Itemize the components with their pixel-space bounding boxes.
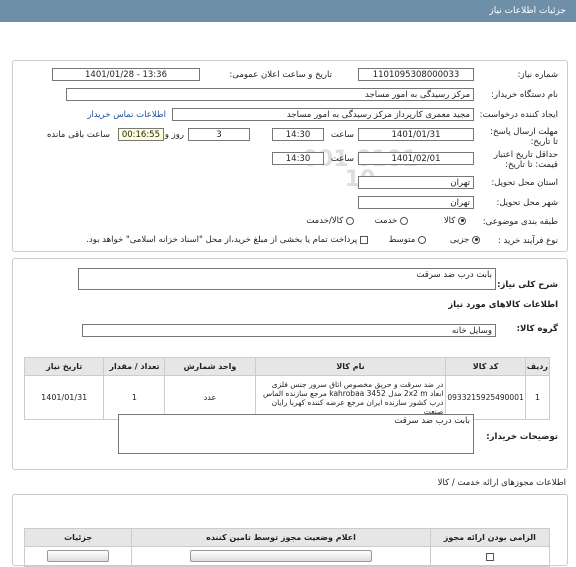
days-value: 3 — [188, 128, 250, 141]
page-title: جزئیات اطلاعات نیاز — [489, 6, 566, 16]
validity-time-label: ساعت — [330, 154, 354, 164]
goods-group-value: وسایل خانه — [82, 324, 496, 337]
purchase-option-medium-label: متوسط — [388, 235, 416, 245]
permits-table: الزامی بودن ارائه مجوز اعلام وضعیت مجوز … — [23, 528, 551, 567]
col-permit-details: جزئیات — [23, 528, 133, 547]
payment-checkbox[interactable]: پرداخت تمام یا بخشی از مبلغ خرید،از محل … — [86, 235, 368, 245]
validity-time: 14:30 — [272, 152, 324, 165]
province-value: تهران — [358, 176, 474, 189]
validity-date: 1401/02/01 — [358, 152, 474, 165]
col-qty: تعداد / مقدار — [103, 357, 166, 376]
category-option-goods-label: کالا — [443, 216, 456, 226]
purchase-option-minor[interactable]: جزیی — [450, 235, 480, 245]
row-date: 1401/01/31 — [23, 375, 105, 420]
table-row: 1 0933215925490001 در ضد سرقت و حریق مخص… — [23, 375, 551, 420]
radio-selected-icon[interactable] — [458, 216, 466, 225]
deadline-time-label: ساعت — [330, 130, 354, 140]
buyer-desc-label: توضیحات خریدار: — [486, 432, 558, 442]
row-qty: 1 — [103, 375, 166, 420]
city-value: تهران — [358, 196, 474, 209]
deadline-time: 14:30 — [272, 128, 324, 141]
purchase-option-minor-label: جزیی — [449, 235, 470, 245]
buyer-value: مرکز رسیدگی به امور مساجد — [66, 88, 474, 101]
permit-status-select[interactable] — [189, 549, 372, 562]
deadline-label: مهلت ارسال پاسخ: تا تاریخ: — [490, 127, 558, 147]
category-option-both-label: کالا/خدمت — [306, 216, 344, 226]
row-code: 0933215925490001 — [445, 375, 526, 420]
remaining-time: 00:16:55 — [118, 128, 164, 141]
category-option-goods[interactable]: کالا — [444, 216, 466, 226]
col-code: کد کالا — [445, 357, 526, 376]
radio-icon[interactable] — [418, 235, 426, 244]
contact-buyer-link[interactable]: اطلاعات تماس خریدار — [87, 110, 166, 120]
announce-value: 1401/01/28 - 13:36 — [52, 68, 200, 81]
goods-table: ردیف کد کالا نام کالا واحد شمارش تعداد /… — [23, 357, 551, 420]
row-index: 1 — [524, 375, 551, 420]
deadline-date: 1401/01/31 — [358, 128, 474, 141]
purchase-type-label: نوع فرآیند خرید : — [497, 236, 558, 246]
province-label: استان محل تحویل: — [491, 178, 558, 188]
col-unit: واحد شمارش — [164, 357, 256, 376]
radio-icon[interactable] — [400, 216, 408, 225]
min-validity-label: حداقل تاریخ اعتبار قیمت: تا تاریخ: — [493, 150, 558, 170]
col-date: تاریخ نیاز — [23, 357, 105, 376]
page-header: جزئیات اطلاعات نیاز — [0, 0, 576, 22]
category-label: طبقه بندی موضوعی: — [482, 217, 558, 227]
col-index: ردیف — [524, 357, 551, 376]
purchase-option-medium[interactable]: متوسط — [389, 235, 426, 245]
need-number-value: 1101095308000033 — [358, 68, 474, 81]
need-desc-label: شرح کلی نیاز: — [497, 280, 558, 290]
buyer-label: نام دستگاه خریدار: — [491, 90, 558, 100]
remaining-label: ساعت باقی مانده — [46, 130, 110, 140]
row-unit: عدد — [164, 375, 256, 420]
checkbox-icon[interactable] — [360, 235, 368, 244]
col-permit-required: الزامی بودن ارائه مجوز — [429, 528, 551, 547]
days-label: روز و — [164, 130, 184, 140]
category-option-service[interactable]: خدمت — [375, 216, 408, 226]
category-option-service-label: خدمت — [374, 216, 398, 226]
creator-label: ایجاد کننده درخواست: — [479, 110, 558, 120]
radio-selected-icon[interactable] — [472, 235, 480, 244]
city-label: شهر محل تحویل: — [496, 198, 558, 208]
goods-info-title: اطلاعات کالاهای مورد نیاز — [448, 300, 558, 310]
category-option-both[interactable]: کالا/خدمت — [306, 216, 354, 226]
col-permit-status: اعلام وضعیت مجوز توسط تامین کننده — [131, 528, 431, 547]
need-number-label: شماره نیاز: — [517, 70, 558, 80]
permits-title: اطلاعات مجوزهای ارائه خدمت / کالا — [437, 478, 566, 488]
need-desc-value: بابت درب ضد سرقت — [78, 268, 496, 290]
goods-group-label: گروه کالا: — [516, 324, 558, 334]
buyer-desc-value: بابت درب ضد سرقت — [118, 414, 474, 454]
creator-value: مجید معمری کارپرداز مرکز رسیدگی به امور … — [172, 108, 474, 121]
radio-icon[interactable] — [346, 216, 354, 225]
col-name: نام کالا — [254, 357, 447, 376]
payment-note: پرداخت تمام یا بخشی از مبلغ خرید،از محل … — [86, 235, 358, 245]
permit-details-button[interactable] — [47, 549, 110, 562]
row-name: در ضد سرقت و حریق مخصوص اتاق سرور جنس فل… — [254, 375, 447, 420]
announce-label: تاریخ و ساعت اعلان عمومی: — [229, 70, 332, 80]
